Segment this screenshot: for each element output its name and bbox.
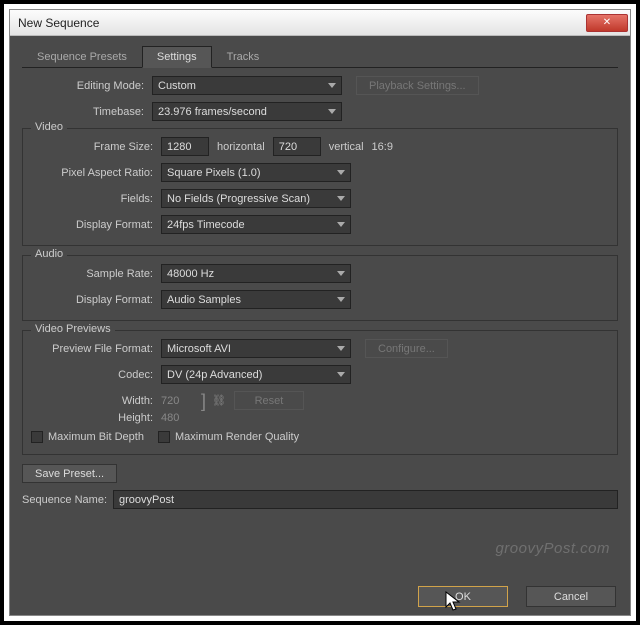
ok-button[interactable]: OK <box>418 586 508 607</box>
preview-height-label: Height: <box>31 412 161 424</box>
aspect-label: 16:9 <box>372 141 393 153</box>
max-bit-depth-checkbox[interactable] <box>31 431 43 443</box>
horizontal-label: horizontal <box>217 141 265 153</box>
sequence-name-label: Sequence Name: <box>22 494 107 506</box>
codec-select[interactable]: DV (24p Advanced) <box>161 365 351 384</box>
reset-button[interactable]: Reset <box>234 391 304 410</box>
playback-settings-button[interactable]: Playback Settings... <box>356 76 479 95</box>
save-preset-button[interactable]: Save Preset... <box>22 464 117 483</box>
audio-display-format-select[interactable]: Audio Samples <box>161 290 351 309</box>
preview-format-select[interactable]: Microsoft AVI <box>161 339 351 358</box>
tab-bar: Sequence Presets Settings Tracks <box>22 46 618 68</box>
video-group-title: Video <box>31 121 67 133</box>
configure-button[interactable]: Configure... <box>365 339 448 358</box>
tab-tracks[interactable]: Tracks <box>212 46 275 67</box>
timebase-label: Timebase: <box>22 106 152 118</box>
chevron-down-icon <box>328 83 336 88</box>
tab-sequence-presets[interactable]: Sequence Presets <box>22 46 142 67</box>
chevron-down-icon <box>337 196 345 201</box>
chevron-down-icon <box>328 109 336 114</box>
titlebar: New Sequence ✕ <box>10 10 630 36</box>
preview-height-value: 480 <box>161 412 195 424</box>
preview-width-label: Width: <box>31 395 161 407</box>
sample-rate-label: Sample Rate: <box>31 268 161 280</box>
preview-width-value: 720 <box>161 395 195 407</box>
chevron-down-icon <box>337 372 345 377</box>
editing-mode-label: Editing Mode: <box>22 80 152 92</box>
max-render-quality-label: Maximum Render Quality <box>175 431 299 443</box>
pixel-aspect-label: Pixel Aspect Ratio: <box>31 167 161 179</box>
fields-select[interactable]: No Fields (Progressive Scan) <box>161 189 351 208</box>
max-bit-depth-label: Maximum Bit Depth <box>48 431 144 443</box>
frame-height-input[interactable]: 720 <box>273 137 321 156</box>
video-previews-group: Video Previews Preview File Format: Micr… <box>22 330 618 455</box>
video-group: Video Frame Size: 1280 horizontal 720 ve… <box>22 128 618 246</box>
tab-settings[interactable]: Settings <box>142 46 212 68</box>
audio-display-format-label: Display Format: <box>31 294 161 306</box>
fields-label: Fields: <box>31 193 161 205</box>
sample-rate-select[interactable]: 48000 Hz <box>161 264 351 283</box>
chevron-down-icon <box>337 222 345 227</box>
editing-mode-value: Custom <box>158 80 196 92</box>
sequence-name-input[interactable]: groovyPost <box>113 490 618 509</box>
editing-mode-select[interactable]: Custom <box>152 76 342 95</box>
window-title: New Sequence <box>18 16 586 30</box>
video-display-format-label: Display Format: <box>31 219 161 231</box>
chevron-down-icon <box>337 170 345 175</box>
bracket-icon: ] <box>201 395 206 407</box>
audio-group-title: Audio <box>31 248 67 260</box>
chevron-down-icon <box>337 271 345 276</box>
pixel-aspect-select[interactable]: Square Pixels (1.0) <box>161 163 351 182</box>
frame-width-input[interactable]: 1280 <box>161 137 209 156</box>
timebase-value: 23.976 frames/second <box>158 106 267 118</box>
close-button[interactable]: ✕ <box>586 14 628 32</box>
video-display-format-select[interactable]: 24fps Timecode <box>161 215 351 234</box>
codec-label: Codec: <box>31 369 161 381</box>
link-icon[interactable]: ⛓ <box>212 394 226 407</box>
chevron-down-icon <box>337 297 345 302</box>
watermark: groovyPost.com <box>495 540 610 557</box>
audio-group: Audio Sample Rate: 48000 Hz Display Form… <box>22 255 618 321</box>
timebase-select[interactable]: 23.976 frames/second <box>152 102 342 121</box>
preview-format-label: Preview File Format: <box>31 343 161 355</box>
cancel-button[interactable]: Cancel <box>526 586 616 607</box>
vertical-label: vertical <box>329 141 364 153</box>
video-previews-title: Video Previews <box>31 323 115 335</box>
frame-size-label: Frame Size: <box>31 141 161 153</box>
close-icon: ✕ <box>603 17 611 28</box>
max-render-quality-checkbox[interactable] <box>158 431 170 443</box>
chevron-down-icon <box>337 346 345 351</box>
